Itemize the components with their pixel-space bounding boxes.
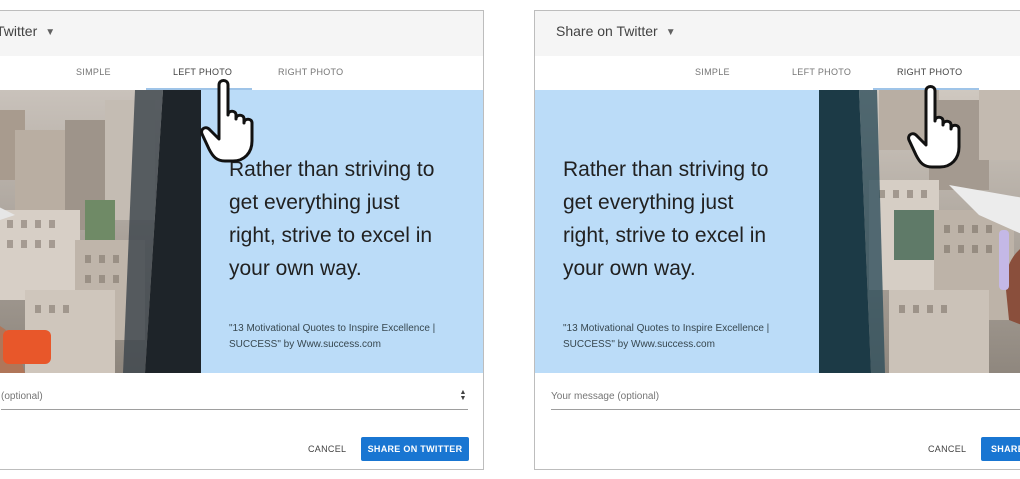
quote-card: Rather than striving to get everything j… (535, 90, 819, 373)
share-dialog-right-photo: Share on Twitter ▼ SIMPLE LEFT PHOTO RIGH… (534, 10, 1020, 470)
quote-text: Rather than striving to get everything j… (563, 153, 768, 285)
quote-line: right, strive to excel in (563, 224, 767, 247)
quote-source: "13 Motivational Quotes to Inspire Excel… (563, 321, 769, 353)
caret-down-icon[interactable]: ▼ (666, 27, 676, 38)
tab-simple[interactable]: SIMPLE (695, 67, 730, 77)
spinner-stepper-icon[interactable]: ▲ ▼ (458, 389, 468, 404)
quote-line: get everything just (563, 191, 734, 214)
dialog-title: Share on Twitter (556, 23, 658, 39)
source-line: "13 Motivational Quotes to Inspire Excel… (229, 323, 436, 334)
message-field[interactable] (551, 389, 1020, 410)
hand-pointer-icon (907, 85, 961, 169)
city-photo (0, 90, 201, 373)
orange-watch (3, 330, 51, 364)
tab-left-photo[interactable]: LEFT PHOTO (792, 67, 851, 77)
message-input[interactable] (551, 389, 1020, 404)
hand-pointer-icon (200, 79, 254, 163)
source-line: SUCCESS" by Www.success.com (563, 339, 715, 350)
quote-line: your own way. (229, 257, 362, 280)
share-target-dropdown[interactable]: Twitter ▼ (0, 23, 55, 39)
share-target-dropdown[interactable]: Share on Twitter ▼ (556, 23, 676, 39)
message-input[interactable] (1, 389, 468, 404)
quote-source: "13 Motivational Quotes to Inspire Excel… (229, 321, 435, 353)
source-line: "13 Motivational Quotes to Inspire Excel… (563, 323, 770, 334)
tab-right-photo[interactable]: RIGHT PHOTO (278, 67, 343, 77)
share-on-twitter-button[interactable]: SHARE ON TWITTER (361, 437, 469, 461)
message-field[interactable]: ▲▼ (1, 389, 468, 410)
source-line: SUCCESS" by Www.success.com (229, 339, 381, 350)
tab-left-photo[interactable]: LEFT PHOTO (173, 67, 232, 77)
quote-line: your own way. (563, 257, 696, 280)
quote-line: Rather than striving to (563, 158, 769, 181)
share-on-twitter-button[interactable]: SHARE (981, 437, 1020, 461)
dialog-title: Twitter (0, 23, 38, 39)
cancel-button[interactable]: CANCEL (308, 444, 346, 454)
city-photo-image (0, 90, 201, 373)
dialog-header: Share on Twitter ▼ (535, 11, 1020, 56)
quote-line: right, strive to excel in (229, 224, 433, 247)
quote-line: get everything just (229, 191, 400, 214)
cancel-button[interactable]: CANCEL (928, 444, 966, 454)
caret-down-icon[interactable]: ▼ (45, 27, 55, 38)
quote-text: Rather than striving to get everything j… (229, 153, 434, 285)
share-dialog-left-photo: Twitter ▼ SIMPLE LEFT PHOTO RIGHT PHOTO (0, 10, 484, 470)
tab-right-photo[interactable]: RIGHT PHOTO (897, 67, 962, 77)
dialog-header: Twitter ▼ (0, 11, 483, 56)
tab-simple[interactable]: SIMPLE (76, 67, 111, 77)
